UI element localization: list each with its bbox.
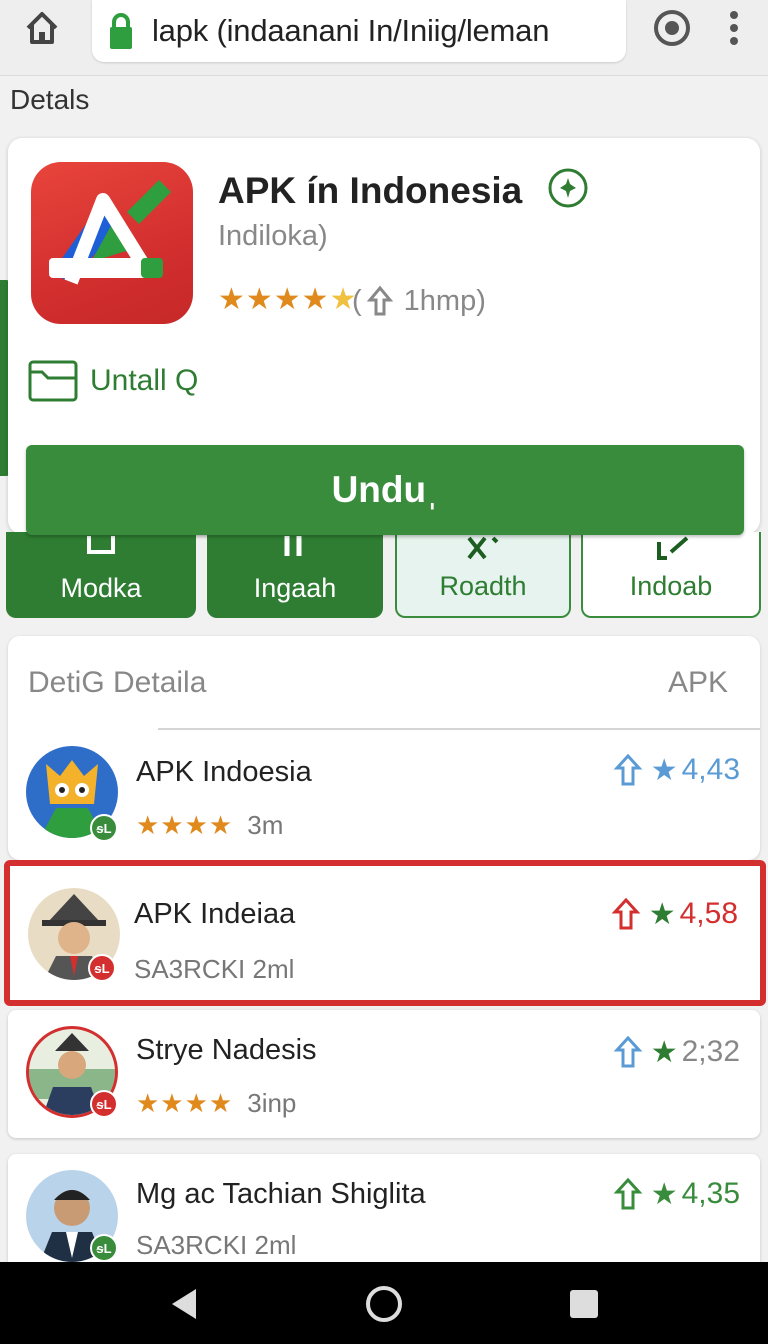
divider: [158, 728, 760, 730]
back-icon: [172, 1289, 196, 1319]
tab-indoab[interactable]: Indoab: [581, 532, 761, 618]
star-icon: ★: [648, 897, 676, 931]
item-rating: ★ 4,43: [613, 752, 740, 788]
upload-icon: [611, 897, 641, 930]
navigation-bar: [0, 1262, 768, 1344]
item-sub: SA3RCKI 2ml: [134, 954, 295, 984]
more-options-button[interactable]: [716, 6, 752, 50]
back-button[interactable]: [164, 1284, 204, 1324]
flag-badge: ᵴL: [90, 1234, 118, 1262]
url-text: lapk (indaanani In/Iniig/leman: [152, 13, 550, 48]
verified-icon: [548, 168, 588, 208]
app-title: APK ín Indonesia: [218, 170, 523, 211]
flag-badge: ᵴL: [88, 954, 116, 982]
arrow-icon: [87, 536, 115, 554]
flag-badge: ᵴL: [90, 814, 118, 842]
item-name: Mg ac Tachian Shiglita: [136, 1178, 426, 1210]
list-item[interactable]: ᵴL Mg ac Tachian Shiglita SA3RCKI 2ml ★ …: [8, 1154, 760, 1266]
item-name: APK Indoesia: [136, 756, 312, 788]
tab-modka[interactable]: Modka: [6, 532, 196, 618]
list-heading: DetiG Detaila: [28, 666, 207, 699]
section-heading: Detals: [10, 84, 90, 115]
list-heading-right: APK: [667, 666, 728, 699]
tab-roadth[interactable]: Roadth: [395, 532, 571, 618]
star-icon: ★: [650, 1177, 678, 1211]
item-name: Strye Nadesis: [136, 1034, 317, 1066]
install-option[interactable]: Untall Q: [28, 360, 198, 402]
download-button[interactable]: Unduˌ: [26, 445, 744, 535]
settings-button[interactable]: [650, 6, 694, 50]
upload-icon: [613, 753, 643, 786]
star-icon: ★: [650, 753, 678, 787]
more-vert-icon: [730, 11, 738, 45]
list-item-selected[interactable]: ᵴL APK Indeiaa SA3RCKI 2ml ★ 4,58: [4, 860, 766, 1006]
package-icon: [28, 360, 78, 402]
item-sub: ★★★★ 3m: [136, 810, 284, 840]
item-name: APK Indeiaa: [134, 898, 296, 930]
home-icon: [26, 12, 58, 44]
bars-icon: [284, 536, 302, 556]
home-circle-icon: [366, 1286, 402, 1322]
tab-ingaah[interactable]: Ingaah: [207, 532, 383, 618]
recents-icon: [570, 1290, 598, 1318]
browser-toolbar: lapk (indaanani In/Iniig/leman: [0, 0, 768, 76]
star-icon: ★: [650, 1035, 678, 1069]
item-rating: ★ 4,35: [613, 1176, 740, 1212]
recents-button[interactable]: [564, 1284, 604, 1324]
item-rating: ★ 4,58: [611, 896, 738, 932]
rating-stars: ★★★★★: [218, 283, 358, 316]
lock-icon: [110, 13, 132, 49]
upload-icon: [613, 1177, 643, 1210]
x-icon: [467, 536, 499, 560]
app-icon[interactable]: [31, 162, 193, 324]
address-bar[interactable]: lapk (indaanani In/Iniig/leman: [92, 0, 626, 62]
item-rating: ★ 2;32: [613, 1034, 740, 1070]
settings-icon: [654, 10, 690, 46]
home-nav-button[interactable]: [364, 1284, 404, 1324]
download-check-icon: [657, 536, 689, 560]
upload-icon: [366, 285, 393, 316]
item-sub: SA3RCKI 2ml: [136, 1230, 297, 1260]
app-subtitle: Indiloka): [218, 220, 328, 252]
home-button[interactable]: [20, 6, 64, 50]
app-meta: ( 1hmp): [352, 284, 486, 317]
flag-badge: ᵴL: [90, 1090, 118, 1118]
item-sub: ★★★★ 3inp: [136, 1088, 297, 1118]
upload-icon: [613, 1035, 643, 1068]
install-label: Untall Q: [90, 364, 199, 397]
list-item[interactable]: ᵴL APK Indoesia ★★★★ 3m ★ 4,43: [8, 732, 760, 856]
list-item[interactable]: ᵴL Strye Nadesis ★★★★ 3inp ★ 2;32: [8, 1010, 760, 1138]
